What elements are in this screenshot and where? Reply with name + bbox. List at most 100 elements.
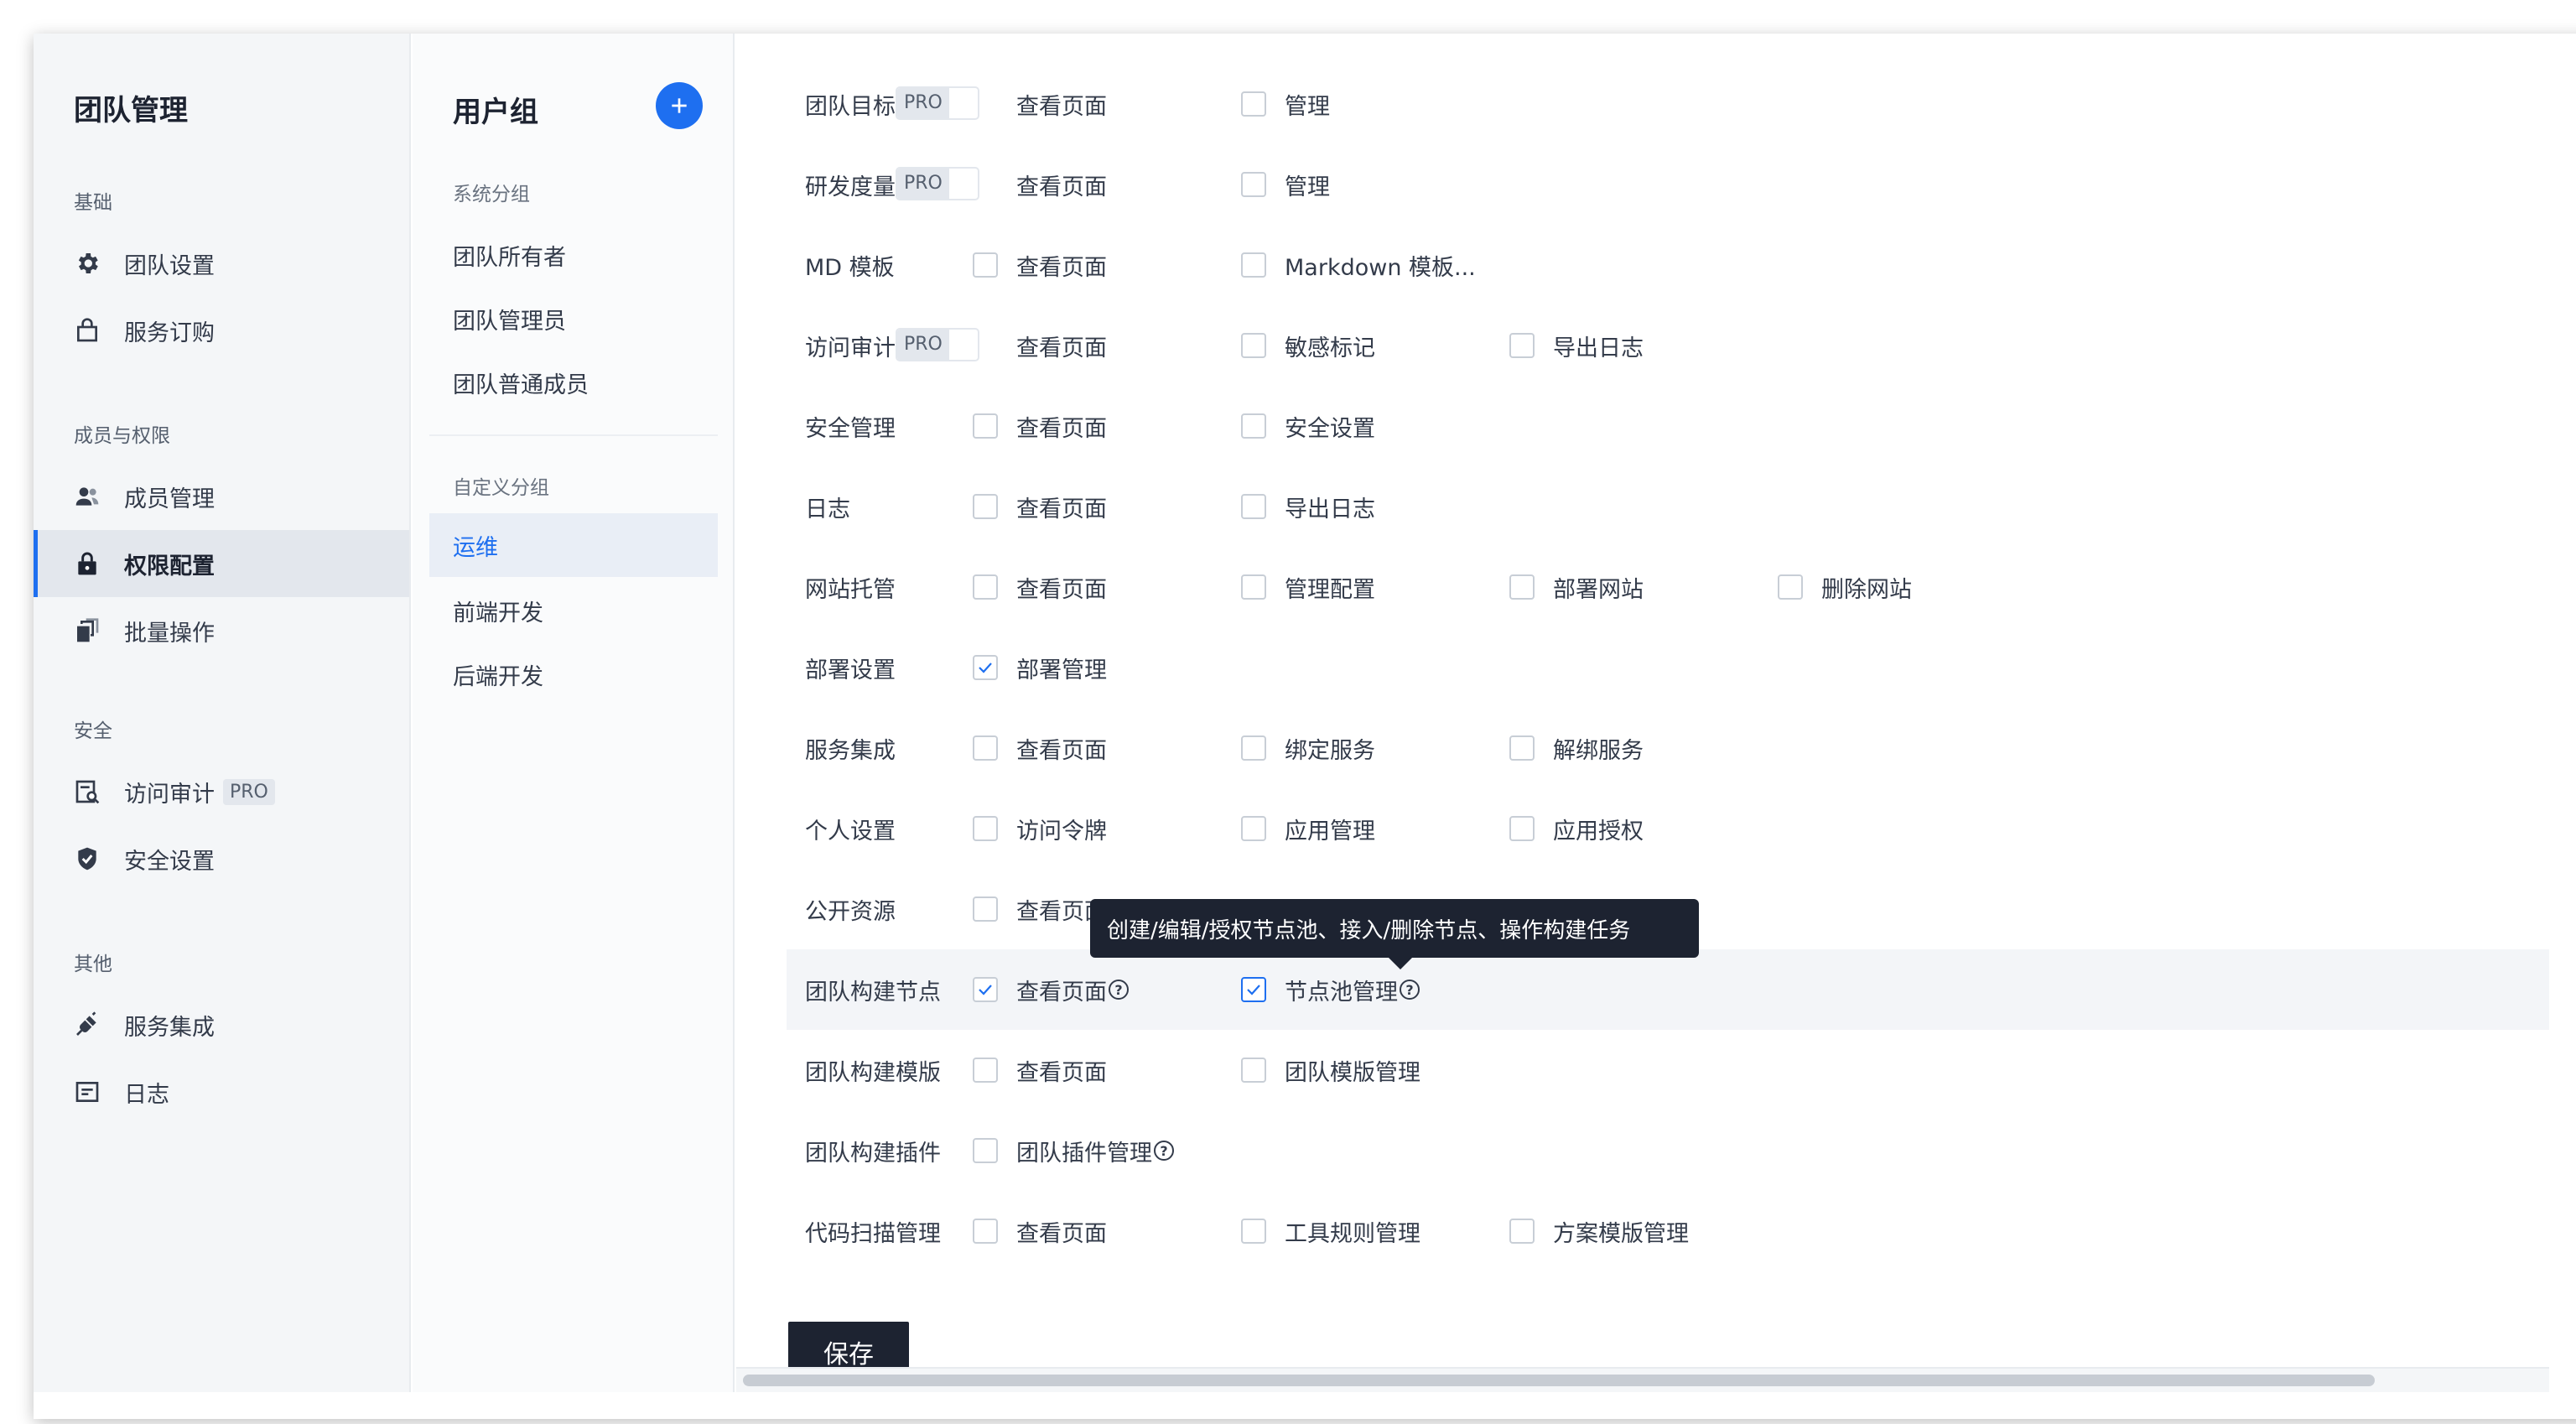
permission-option[interactable]: 查看页面? <box>973 949 1129 1030</box>
checkbox[interactable] <box>1241 252 1266 278</box>
pro-toggle[interactable]: PRO <box>896 328 979 361</box>
horizontal-scrollbar[interactable] <box>736 1367 2549 1392</box>
permission-option[interactable]: 查看页面 <box>973 1030 1107 1110</box>
nav-item-logs[interactable]: 日志 <box>34 1058 409 1125</box>
group-item-backend[interactable]: 后端开发 <box>429 642 718 706</box>
checkbox[interactable] <box>1241 413 1266 439</box>
team-management-nav: 团队管理 基础 团队设置 服务订购 成员与权限 成员管理 权限配置 批量操作 安… <box>34 34 411 1392</box>
help-icon[interactable]: ? <box>1109 980 1129 1000</box>
checkbox[interactable] <box>1241 1058 1266 1083</box>
permission-option[interactable]: 查看页面 <box>973 708 1107 788</box>
checkbox[interactable] <box>973 1138 998 1163</box>
bag-icon <box>74 317 101 344</box>
checkbox[interactable] <box>1509 333 1535 358</box>
checkbox[interactable] <box>1241 91 1266 117</box>
permission-option[interactable]: 查看页面 <box>973 547 1107 627</box>
permission-option[interactable]: 部署网站 <box>1509 547 1644 627</box>
group-item-frontend[interactable]: 前端开发 <box>429 579 718 642</box>
checkbox[interactable] <box>1509 735 1535 761</box>
permission-option[interactable]: 解绑服务 <box>1509 708 1644 788</box>
permission-option[interactable]: 查看页面 <box>973 466 1107 547</box>
checkbox-checked[interactable] <box>973 977 998 1002</box>
group-divider <box>429 434 718 436</box>
permission-option[interactable]: 应用授权 <box>1509 788 1644 869</box>
checkbox[interactable] <box>1241 172 1266 197</box>
pro-toggle[interactable]: PRO <box>896 86 979 120</box>
permission-option[interactable]: 查看页面 <box>973 305 1107 386</box>
permission-option[interactable]: 查看页面 <box>973 1191 1107 1271</box>
permission-option[interactable]: 导出日志 <box>1241 466 1375 547</box>
checkbox[interactable] <box>973 735 998 761</box>
permission-option[interactable]: 绑定服务 <box>1241 708 1375 788</box>
checkbox[interactable] <box>1241 494 1266 519</box>
pro-badge: PRO <box>897 330 949 360</box>
nav-item-batch-operation[interactable]: 批量操作 <box>34 597 409 664</box>
nav-item-service-integration[interactable]: 服务集成 <box>34 991 409 1058</box>
permission-option[interactable]: 查看页面 <box>973 869 1107 949</box>
checkbox-checked[interactable] <box>1241 977 1266 1002</box>
help-icon[interactable]: ? <box>1154 1141 1174 1161</box>
permission-option[interactable]: 管理 <box>1241 64 1330 144</box>
permission-option[interactable]: 查看页面 <box>973 225 1107 305</box>
permission-option[interactable]: 部署管理 <box>973 627 1107 708</box>
checkbox[interactable] <box>1241 574 1266 600</box>
permission-option[interactable]: 访问令牌 <box>973 788 1107 869</box>
permission-option[interactable]: 删除网站 <box>1778 547 1912 627</box>
checkbox[interactable] <box>973 574 998 600</box>
checkbox[interactable] <box>1241 816 1266 841</box>
permission-option[interactable]: 团队模版管理 <box>1241 1030 1420 1110</box>
permission-option[interactable]: 管理 <box>1241 144 1330 225</box>
checkbox[interactable] <box>1509 816 1535 841</box>
nav-item-service-order[interactable]: 服务订购 <box>34 297 409 364</box>
permission-option[interactable]: 应用管理 <box>1241 788 1375 869</box>
checkbox[interactable] <box>1509 574 1535 600</box>
permission-row: 服务集成 查看页面 绑定服务 解绑服务 <box>787 708 2549 788</box>
help-icon[interactable]: ? <box>1400 980 1420 1000</box>
checkbox-checked[interactable] <box>973 655 998 680</box>
nav-item-team-settings[interactable]: 团队设置 <box>34 230 409 297</box>
permission-option[interactable]: 方案模版管理 <box>1509 1191 1689 1271</box>
group-item-ops[interactable]: 运维 <box>429 513 718 577</box>
permission-option[interactable]: 敏感标记 <box>1241 305 1375 386</box>
group-item-member[interactable]: 团队普通成员 <box>429 351 718 414</box>
nav-item-member-management[interactable]: 成员管理 <box>34 463 409 530</box>
nav-item-access-audit[interactable]: 访问审计 PRO <box>34 758 409 825</box>
pro-badge: PRO <box>897 88 949 118</box>
scrollbar-thumb[interactable] <box>743 1375 2375 1386</box>
checkbox[interactable] <box>973 413 998 439</box>
checkbox[interactable] <box>1509 1219 1535 1244</box>
nav-item-label: 访问审计 <box>124 781 215 808</box>
checkbox[interactable] <box>973 816 998 841</box>
permission-name: 网站托管 <box>805 576 896 603</box>
group-item-admin[interactable]: 团队管理员 <box>429 287 718 351</box>
permission-option[interactable]: 工具规则管理 <box>1241 1191 1420 1271</box>
permission-option[interactable]: 查看页面 <box>973 64 1107 144</box>
checkbox[interactable] <box>973 494 998 519</box>
group-item-owner[interactable]: 团队所有者 <box>429 223 718 287</box>
checkbox[interactable] <box>973 252 998 278</box>
checkbox[interactable] <box>1241 735 1266 761</box>
permission-name: 公开资源 <box>805 898 896 925</box>
nav-item-permission-config[interactable]: 权限配置 <box>34 530 409 597</box>
members-icon <box>74 483 101 510</box>
add-group-button[interactable] <box>656 82 703 129</box>
permission-option[interactable]: 导出日志 <box>1509 305 1644 386</box>
pro-toggle[interactable]: PRO <box>896 167 979 200</box>
checkbox[interactable] <box>973 896 998 922</box>
checkbox[interactable] <box>1778 574 1803 600</box>
permission-option[interactable]: 查看页面 <box>973 144 1107 225</box>
checkbox[interactable] <box>1241 1219 1266 1244</box>
permission-option[interactable]: 查看页面 <box>973 386 1107 466</box>
node-pool-help-tooltip: 创建/编辑/授权节点池、接入/删除节点、操作构建任务 <box>1090 899 1699 969</box>
permission-option[interactable]: 团队插件管理? <box>973 1110 1174 1191</box>
permission-option-label: 绑定服务 <box>1285 737 1375 764</box>
permission-option[interactable]: Markdown 模板... <box>1241 225 1476 305</box>
permission-option[interactable]: 安全设置 <box>1241 386 1375 466</box>
checkbox[interactable] <box>1241 333 1266 358</box>
nav-item-security-settings[interactable]: 安全设置 <box>34 825 409 892</box>
checkbox[interactable] <box>973 1058 998 1083</box>
nav-title: 团队管理 <box>74 94 188 127</box>
permission-row: 日志 查看页面 导出日志 <box>787 466 2549 547</box>
checkbox[interactable] <box>973 1219 998 1244</box>
permission-option[interactable]: 管理配置 <box>1241 547 1375 627</box>
